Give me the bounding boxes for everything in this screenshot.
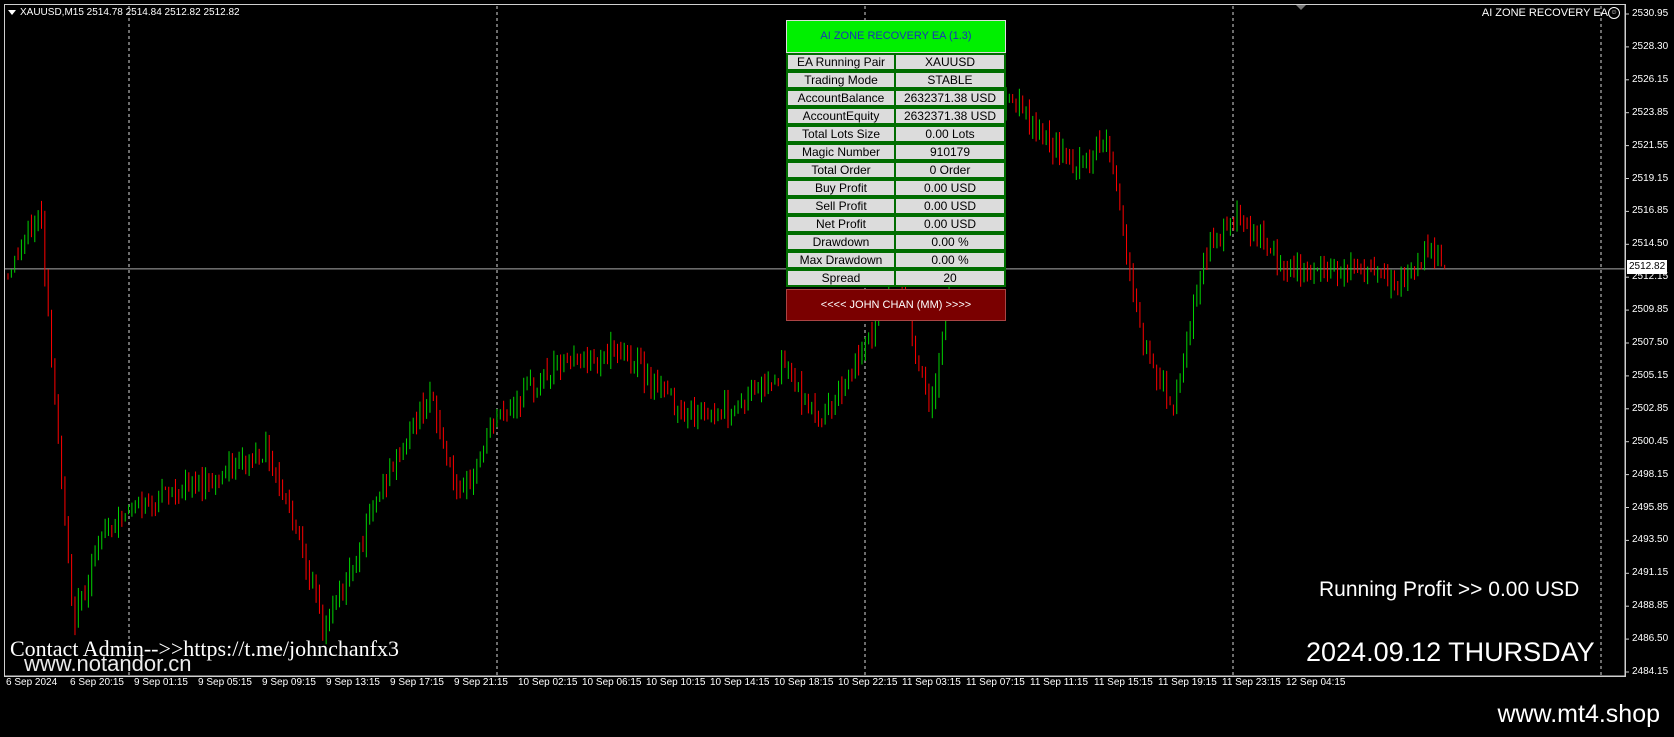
ea-panel-row: Spread 20 [786,269,1006,287]
ea-row-label: Max Drawdown [786,251,896,269]
time-tick-label: 10 Sep 18:15 [774,677,834,688]
ea-row-value: 0.00 USD [896,197,1006,215]
ea-row-label: Net Profit [786,215,896,233]
price-tick-label: 2514.50 [1632,238,1669,250]
ea-panel-row: Buy Profit 0.00 USD [786,179,1006,197]
time-tick-label: 9 Sep 01:15 [134,677,188,688]
price-tick-label: 2502.85 [1632,402,1669,414]
ea-row-value: 0.00 USD [896,179,1006,197]
running-profit-label: Running Profit >> 0.00 USD [1319,578,1580,601]
ea-row-value: 0.00 % [896,251,1006,269]
ea-panel-row: Trading Mode STABLE [786,71,1006,89]
price-tick-label: 2484.15 [1632,666,1669,677]
time-tick-label: 10 Sep 10:15 [646,677,706,688]
time-tick-label: 9 Sep 05:15 [198,677,252,688]
ea-panel-row: Total Lots Size 0.00 Lots [786,125,1006,143]
ea-row-value: STABLE [896,71,1006,89]
ea-row-value: 2632371.38 USD [896,107,1006,125]
ea-row-label: Magic Number [786,143,896,161]
ea-row-value: 0.00 Lots [896,125,1006,143]
ea-panel-row: AccountEquity 2632371.38 USD [786,107,1006,125]
ea-panel-row: Net Profit 0.00 USD [786,215,1006,233]
price-tick-label: 2519.15 [1632,172,1669,184]
time-tick-label: 10 Sep 14:15 [710,677,770,688]
price-tick-label: 2516.85 [1632,205,1669,217]
price-tick-label: 2491.15 [1632,567,1669,579]
ea-name-label: AI ZONE RECOVERY EA [1481,7,1608,19]
time-tick-label: 9 Sep 09:15 [262,677,316,688]
ea-panel-row: Total Order 0 Order [786,161,1006,179]
time-tick-label: 9 Sep 13:15 [326,677,380,688]
bottom-bar [0,694,1674,737]
ea-panel-row: EA Running Pair XAUUSD [786,53,1006,71]
price-tick-label: 2488.85 [1632,600,1669,612]
watermark-right: www.mt4.shop [1497,700,1660,728]
ea-row-value: 0 Order [896,161,1006,179]
ea-row-label: Buy Profit [786,179,896,197]
time-tick-label: 11 Sep 03:15 [902,677,961,688]
ea-row-value: 20 [896,269,1006,287]
chart-window: XAUUSD,M15 2514.78 2514.84 2512.82 2512.… [0,0,1674,737]
date-label: 2024.09.12 THURSDAY [1306,637,1595,667]
watermark-left: www.notandor.cn [24,651,192,676]
current-price-label: 2512.82 [1627,260,1668,274]
ea-row-value: 0.00 USD [896,215,1006,233]
ea-row-label: Sell Profit [786,197,896,215]
ea-row-label: AccountBalance [786,89,896,107]
ea-row-label: AccountEquity [786,107,896,125]
symbol-label: XAUUSD,M15 2514.78 2514.84 2512.82 2512.… [20,7,240,18]
time-tick-label: 11 Sep 15:15 [1094,677,1153,688]
ea-info-panel: AI ZONE RECOVERY EA (1.3) EA Running Pai… [786,20,1006,321]
ea-panel-row: Magic Number 910179 [786,143,1006,161]
ea-panel-title: AI ZONE RECOVERY EA (1.3) [786,20,1006,53]
ea-panel-rows: EA Running Pair XAUUSD Trading Mode STABLE A… [786,53,1006,287]
price-tick-label: 2505.15 [1632,369,1669,381]
price-tick-label: 2493.50 [1632,534,1669,546]
ea-panel-footer[interactable]: <<<< JOHN CHAN (MM) >>>> [786,289,1006,321]
ea-row-label: Spread [786,269,896,287]
price-tick-label: 2523.85 [1632,106,1669,118]
time-tick-label: 11 Sep 19:15 [1158,677,1217,688]
time-tick-label: 11 Sep 11:15 [1030,677,1089,688]
time-tick-label: 6 Sep 2024 [6,677,58,688]
price-tick-label: 2509.85 [1632,304,1669,316]
price-tick-label: 2500.45 [1632,435,1669,447]
time-tick-label: 11 Sep 07:15 [966,677,1025,688]
ea-panel-row: AccountBalance 2632371.38 USD [786,89,1006,107]
time-tick-label: 6 Sep 20:15 [70,677,124,688]
time-tick-label: 10 Sep 22:15 [838,677,898,688]
price-tick-label: 2528.30 [1632,40,1669,52]
price-tick-label: 2507.50 [1632,337,1669,348]
ea-row-value: 910179 [896,143,1006,161]
ea-row-value: 0.00 % [896,233,1006,251]
ea-row-label: Trading Mode [786,71,896,89]
time-tick-label: 9 Sep 17:15 [390,677,444,688]
ea-panel-row: Drawdown 0.00 % [786,233,1006,251]
chart-menu-arrow-icon[interactable] [8,10,16,15]
ea-row-value: XAUUSD [896,53,1006,71]
smiley-icon[interactable]: ☺ [1608,7,1620,19]
price-tick-label: 2495.85 [1632,501,1669,513]
time-tick-label: 12 Sep 04:15 [1286,677,1346,688]
ea-row-label: Total Order [786,161,896,179]
ea-panel-row: Max Drawdown 0.00 % [786,251,1006,269]
price-tick-label: 2498.15 [1632,468,1669,480]
ea-row-label: EA Running Pair [786,53,896,71]
price-tick-label: 2521.55 [1632,139,1669,151]
price-tick-label: 2530.95 [1632,8,1669,19]
ea-row-value: 2632371.38 USD [896,89,1006,107]
time-tick-label: 11 Sep 23:15 [1222,677,1281,688]
time-tick-label: 10 Sep 02:15 [518,677,578,688]
price-tick-label: 2526.15 [1632,73,1669,85]
time-tick-label: 9 Sep 21:15 [454,677,508,688]
ea-panel-row: Sell Profit 0.00 USD [786,197,1006,215]
ea-row-label: Total Lots Size [786,125,896,143]
ea-row-label: Drawdown [786,233,896,251]
time-tick-label: 10 Sep 06:15 [582,677,642,688]
price-tick-label: 2486.50 [1632,633,1669,645]
